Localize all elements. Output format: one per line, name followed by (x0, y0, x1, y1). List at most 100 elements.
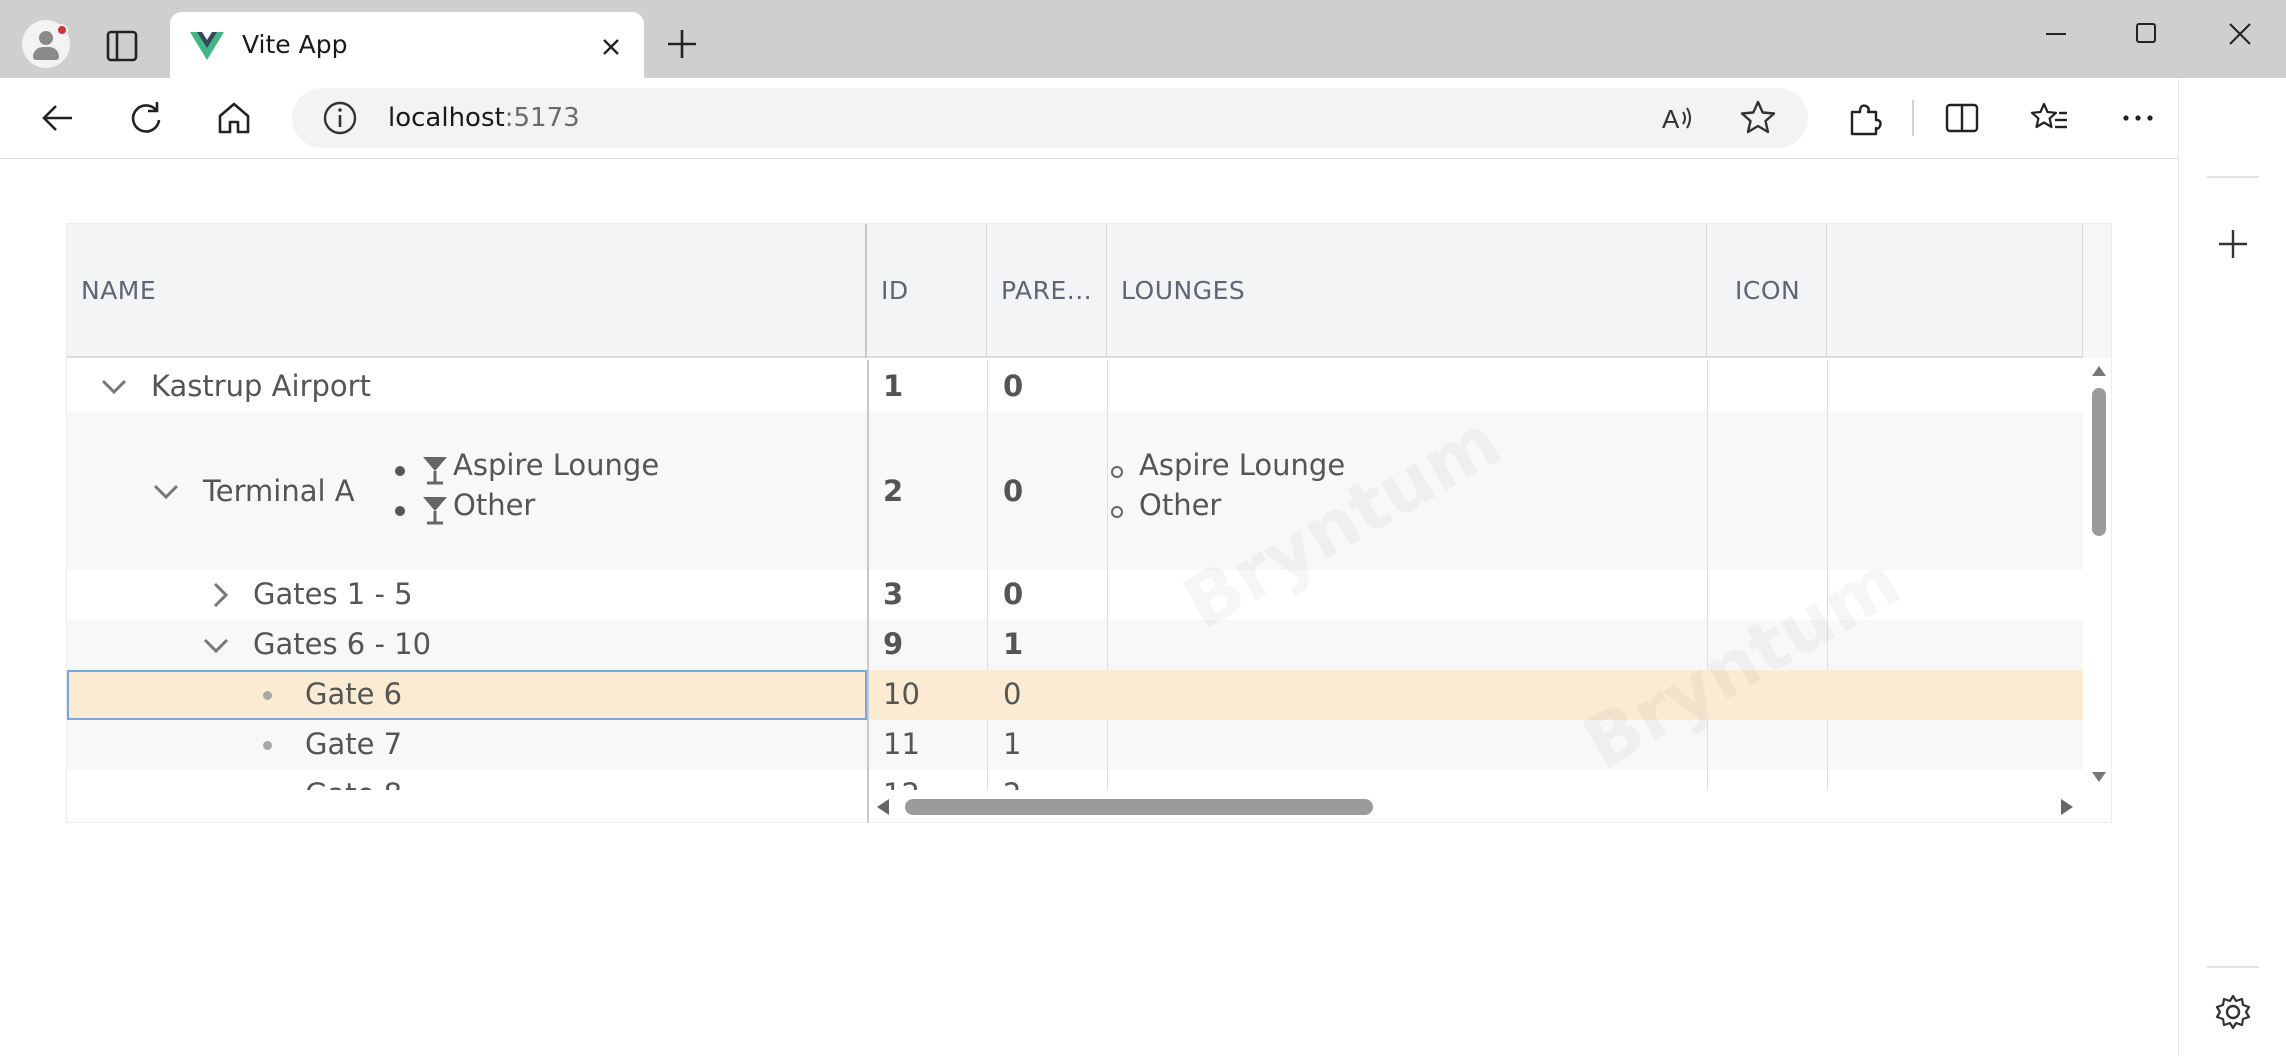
address-bar[interactable]: localhost:5173 A (292, 88, 1808, 148)
sidebar-divider (2207, 176, 2259, 178)
horizontal-scrollbar[interactable] (867, 790, 2083, 822)
sidebar-add-icon[interactable] (2213, 224, 2253, 264)
split-screen-icon[interactable] (1942, 98, 1982, 138)
tree-grid[interactable]: NAME ID PARE... LOUNGES ICON Kastrup Air… (66, 223, 2112, 823)
url-text: localhost:5173 (388, 102, 580, 134)
scroll-right-arrow-icon[interactable] (2061, 799, 2073, 815)
favorites-icon[interactable] (2030, 98, 2070, 138)
extensions-icon[interactable] (1844, 98, 1884, 138)
table-row-selected[interactable]: Gate 6 10 0 (67, 670, 2083, 720)
row-parent: 2 (987, 777, 1021, 790)
column-divider (867, 620, 869, 670)
sidebar-divider (2207, 966, 2259, 968)
chevron-down-icon[interactable] (99, 371, 129, 401)
column-header-name[interactable]: NAME (67, 224, 867, 358)
lounge-item: Other (1139, 488, 1222, 522)
plus-icon[interactable] (664, 26, 700, 62)
lounge-item: Aspire Lounge (1139, 448, 1346, 482)
read-aloud-icon[interactable]: A (1658, 98, 1698, 138)
url-host: localhost (388, 103, 505, 133)
column-divider (987, 770, 988, 790)
more-icon[interactable] (2118, 98, 2158, 138)
row-id: 1 (883, 369, 904, 403)
column-divider (1107, 360, 1108, 412)
name-lounge-item: Other (453, 488, 536, 522)
home-icon[interactable] (214, 98, 254, 138)
scroll-down-arrow-icon[interactable] (2092, 772, 2106, 782)
settings-icon[interactable] (2213, 992, 2253, 1032)
close-icon[interactable] (596, 32, 626, 62)
column-divider (1827, 620, 1828, 670)
row-parent: 0 (1003, 474, 1024, 508)
column-divider (867, 770, 869, 790)
column-divider (987, 412, 988, 570)
info-icon[interactable] (322, 100, 358, 136)
table-row[interactable]: Gate 8 12 2 (67, 770, 2083, 790)
chevron-right-icon[interactable] (205, 580, 235, 610)
vue-favicon (190, 32, 224, 60)
column-divider (987, 720, 988, 770)
page-viewport: NAME ID PARE... LOUNGES ICON Kastrup Air… (0, 158, 2178, 1056)
column-header-parent[interactable]: PARE... (987, 224, 1107, 358)
column-divider (1107, 412, 1108, 570)
column-header-filler (1827, 224, 2083, 358)
column-divider (867, 670, 869, 720)
close-window-icon[interactable] (2220, 18, 2260, 50)
row-name: Gates 1 - 5 (253, 577, 413, 611)
row-name: Terminal A (203, 474, 355, 508)
table-row[interactable]: Gates 6 - 10 9 1 (67, 620, 2083, 670)
browser-toolbar: localhost:5173 A (0, 78, 2286, 158)
maximize-icon[interactable] (2126, 18, 2166, 50)
grid-body: Kastrup Airport 1 0 Terminal A Aspire Lo… (67, 360, 2083, 790)
vertical-scroll-thumb[interactable] (2092, 388, 2106, 536)
row-parent: 1 (1003, 627, 1024, 661)
title-bar: Vite App (0, 0, 2286, 78)
chevron-down-icon[interactable] (151, 476, 181, 506)
active-tab[interactable]: Vite App (170, 12, 644, 78)
column-header-icon[interactable]: ICON (1707, 224, 1827, 358)
list-bullet-open (1111, 466, 1123, 478)
url-port: :5173 (504, 103, 580, 133)
row-id: 2 (883, 474, 904, 508)
chevron-down-icon[interactable] (201, 630, 231, 660)
row-id: 10 (883, 677, 920, 711)
column-divider (1707, 570, 1708, 620)
horizontal-scroll-thumb[interactable] (905, 799, 1373, 815)
column-divider (987, 620, 988, 670)
list-bullet-open (1111, 506, 1123, 518)
scroll-up-arrow-icon[interactable] (2092, 366, 2106, 376)
row-name: Kastrup Airport (151, 369, 371, 403)
row-id: 3 (883, 577, 904, 611)
column-divider (867, 570, 869, 620)
column-divider (1707, 360, 1708, 412)
column-divider (867, 720, 869, 770)
tab-actions-icon[interactable] (100, 28, 144, 64)
vertical-scrollbar[interactable] (2083, 360, 2111, 790)
column-divider (1827, 412, 1828, 570)
column-divider (1707, 770, 1708, 790)
favorite-star-icon[interactable] (1738, 98, 1778, 138)
toolbar-separator (1912, 100, 1914, 136)
column-divider (1827, 770, 1828, 790)
column-divider (1107, 770, 1108, 790)
column-divider (987, 360, 988, 412)
profile-avatar[interactable] (22, 20, 70, 68)
minimize-icon[interactable] (2036, 18, 2076, 50)
row-parent: 1 (1003, 727, 1022, 761)
row-parent: 0 (1003, 369, 1024, 403)
table-row[interactable]: Terminal A Aspire Lounge Other 2 0 Aspir… (67, 412, 2083, 570)
column-header-lounges[interactable]: LOUNGES (1107, 224, 1707, 358)
column-header-id[interactable]: ID (867, 224, 987, 358)
column-divider (1107, 720, 1108, 770)
list-bullet (395, 466, 405, 476)
table-row[interactable]: Gates 1 - 5 3 0 (67, 570, 2083, 620)
scroll-left-arrow-icon[interactable] (877, 799, 889, 815)
back-icon[interactable] (38, 98, 78, 138)
cocktail-icon (423, 457, 447, 485)
table-row[interactable]: Kastrup Airport 1 0 (67, 360, 2083, 412)
refresh-icon[interactable] (126, 98, 166, 138)
edge-sidebar (2178, 78, 2286, 1056)
column-divider (1107, 620, 1108, 670)
table-row[interactable]: Gate 7 11 1 (67, 720, 2083, 770)
row-id: 12 (867, 777, 920, 790)
